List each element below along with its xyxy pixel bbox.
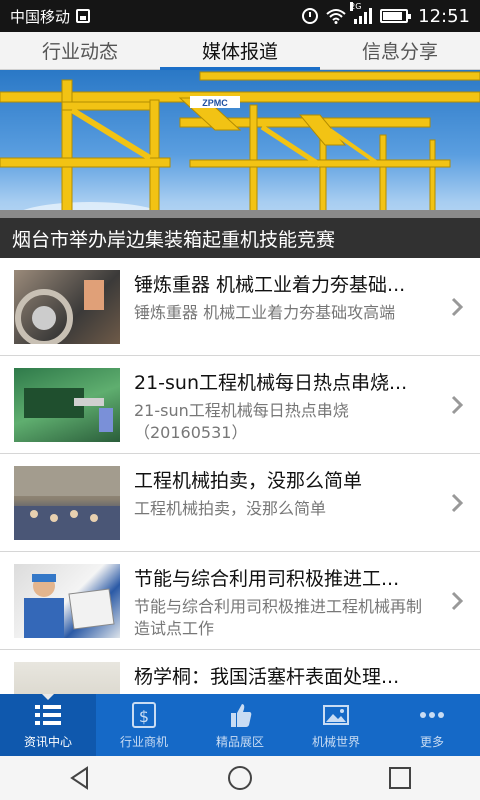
news-title: 21-sun工程机械每日热点串烧... xyxy=(134,372,408,394)
network-type-label: 2G xyxy=(350,2,362,11)
home-icon[interactable] xyxy=(227,765,253,791)
nav-more[interactable]: 更多 xyxy=(384,694,480,756)
news-summary: 21-sun工程机械每日热点串烧（20160531） xyxy=(134,401,349,442)
tab-label: 信息分享 xyxy=(361,41,438,63)
news-title: 工程机械拍卖，没那么简单 xyxy=(134,470,363,492)
nav-label: 精品展区 xyxy=(215,734,264,749)
news-summary: 锤炼重器 机械工业着力夯基础攻高端 xyxy=(134,303,396,322)
news-title: 杨学桐：我国活塞杆表面处理... xyxy=(134,666,400,688)
clock: 12:51 xyxy=(418,5,470,27)
nav-machinery-world[interactable]: 机械世界 xyxy=(288,694,384,756)
thumbs-up-icon xyxy=(231,703,252,727)
signal-icon: 2G xyxy=(350,2,373,24)
nav-showcase[interactable]: 精品展区 xyxy=(192,694,288,756)
tab-media-reports[interactable]: 媒体报道 xyxy=(160,32,320,70)
news-thumbnail xyxy=(14,368,120,442)
list-icon xyxy=(35,704,61,725)
banner-caption: 烟台市举办岸边集装箱起重机技能竞赛 xyxy=(0,218,480,258)
featured-banner[interactable]: ZPMC 烟台市举办岸边集装箱起重机技能竞赛 xyxy=(0,70,480,258)
status-bar: 中国移动 2G 12:51 xyxy=(0,0,480,32)
crane-brand-text: ZPMC xyxy=(202,98,228,108)
news-list: 锤炼重器 机械工业着力夯基础... 锤炼重器 机械工业着力夯基础攻高端 21-s… xyxy=(0,258,480,694)
list-item[interactable]: 节能与综合利用司积极推进工... 节能与综合利用司积极推进工程机械再制造试点工作 xyxy=(0,552,480,650)
system-nav-bar xyxy=(0,756,480,800)
chevron-right-icon xyxy=(451,395,464,415)
chevron-right-icon xyxy=(451,591,464,611)
news-summary: 工程机械拍卖，没那么简单 xyxy=(134,499,327,518)
svg-text:$: $ xyxy=(139,707,149,726)
wifi-icon xyxy=(326,9,346,24)
nav-label: 资讯中心 xyxy=(23,734,72,749)
list-item[interactable]: 锤炼重器 机械工业着力夯基础... 锤炼重器 机械工业着力夯基础攻高端 xyxy=(0,258,480,356)
nav-label: 行业商机 xyxy=(119,734,168,749)
list-item[interactable]: 21-sun工程机械每日热点串烧... 21-sun工程机械每日热点串烧（201… xyxy=(0,356,480,454)
news-summary: 节能与综合利用司积极推进工程机械再制造试点工作 xyxy=(134,597,423,638)
list-item[interactable]: 工程机械拍卖，没那么简单 工程机械拍卖，没那么简单 xyxy=(0,454,480,552)
list-item[interactable]: 杨学桐：我国活塞杆表面处理... xyxy=(0,650,480,694)
back-icon[interactable] xyxy=(67,765,93,791)
nav-label: 机械世界 xyxy=(311,734,360,749)
bottom-nav: 资讯中心 $ 行业商机 精品展区 机械世界 更多 xyxy=(0,694,480,756)
chevron-right-icon xyxy=(451,297,464,317)
recent-apps-icon[interactable] xyxy=(387,765,413,791)
nav-business[interactable]: $ 行业商机 xyxy=(96,694,192,756)
tab-info-share[interactable]: 信息分享 xyxy=(320,32,480,69)
news-thumbnail xyxy=(14,564,120,638)
chevron-right-icon xyxy=(451,493,464,513)
news-thumbnail xyxy=(14,270,120,344)
news-thumbnail xyxy=(14,662,120,694)
dollar-icon: $ xyxy=(132,701,156,728)
picture-icon xyxy=(323,704,349,725)
tab-label: 媒体报道 xyxy=(201,41,278,63)
news-title: 锤炼重器 机械工业着力夯基础... xyxy=(134,274,406,296)
category-tabs: 行业动态 媒体报道 信息分享 xyxy=(0,32,480,70)
tab-industry-news[interactable]: 行业动态 xyxy=(0,32,160,69)
more-icon xyxy=(420,711,444,718)
gallery-notification-icon xyxy=(76,9,91,23)
nav-news-center[interactable]: 资讯中心 xyxy=(0,694,96,756)
alarm-icon xyxy=(302,8,319,24)
news-thumbnail xyxy=(14,466,120,540)
tab-label: 行业动态 xyxy=(41,41,118,63)
nav-label: 更多 xyxy=(419,734,444,749)
carrier-label: 中国移动 xyxy=(10,7,71,26)
news-title: 节能与综合利用司积极推进工... xyxy=(134,568,400,590)
battery-icon xyxy=(380,9,412,23)
